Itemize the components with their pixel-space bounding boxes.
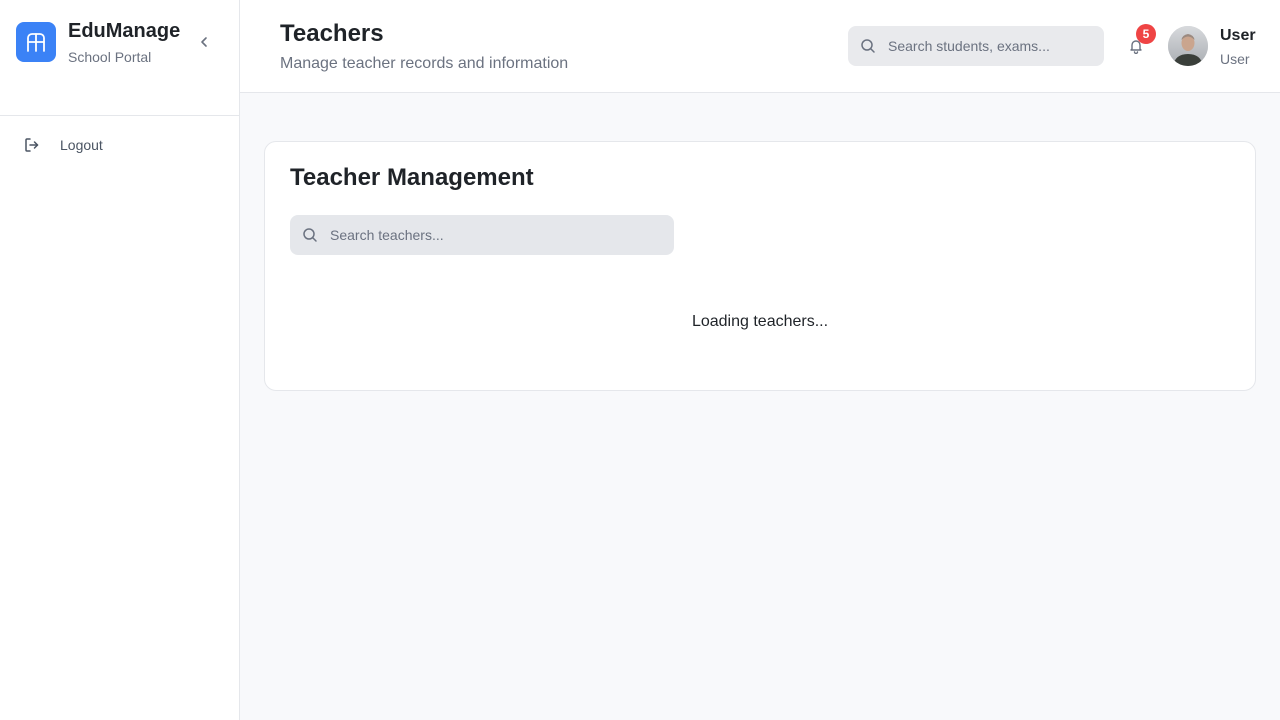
sidebar: EduManage School Portal Logout <box>0 0 240 720</box>
logout-icon <box>23 136 41 154</box>
collapse-sidebar-button[interactable] <box>196 34 212 50</box>
search-icon <box>860 38 876 54</box>
page-subtitle: Manage teacher records and information <box>280 55 569 72</box>
user-name: User <box>1220 27 1256 44</box>
teacher-management-card: Teacher Management Loading teachers... <box>264 141 1256 391</box>
teacher-search[interactable] <box>290 215 674 255</box>
school-logo-icon <box>16 22 56 62</box>
global-search-input[interactable] <box>888 38 1088 54</box>
loading-message: Loading teachers... <box>691 313 829 330</box>
avatar[interactable] <box>1168 26 1208 66</box>
user-role: User <box>1220 51 1250 67</box>
sidebar-divider <box>0 115 240 116</box>
brand: EduManage School Portal <box>16 20 181 65</box>
search-icon <box>302 227 318 243</box>
global-search[interactable] <box>848 26 1104 66</box>
card-title: Teacher Management <box>290 164 534 191</box>
sidebar-item-logout[interactable]: Logout <box>16 130 224 160</box>
brand-subtitle: School Portal <box>68 49 152 65</box>
sidebar-item-label: Logout <box>60 137 103 153</box>
teacher-search-input[interactable] <box>330 227 660 243</box>
notification-badge: 5 <box>1136 24 1156 44</box>
chevron-left-icon <box>201 37 207 47</box>
page-title: Teachers <box>280 20 384 47</box>
brand-name: EduManage <box>68 20 181 42</box>
top-bar: Teachers Manage teacher records and info… <box>240 0 1280 93</box>
